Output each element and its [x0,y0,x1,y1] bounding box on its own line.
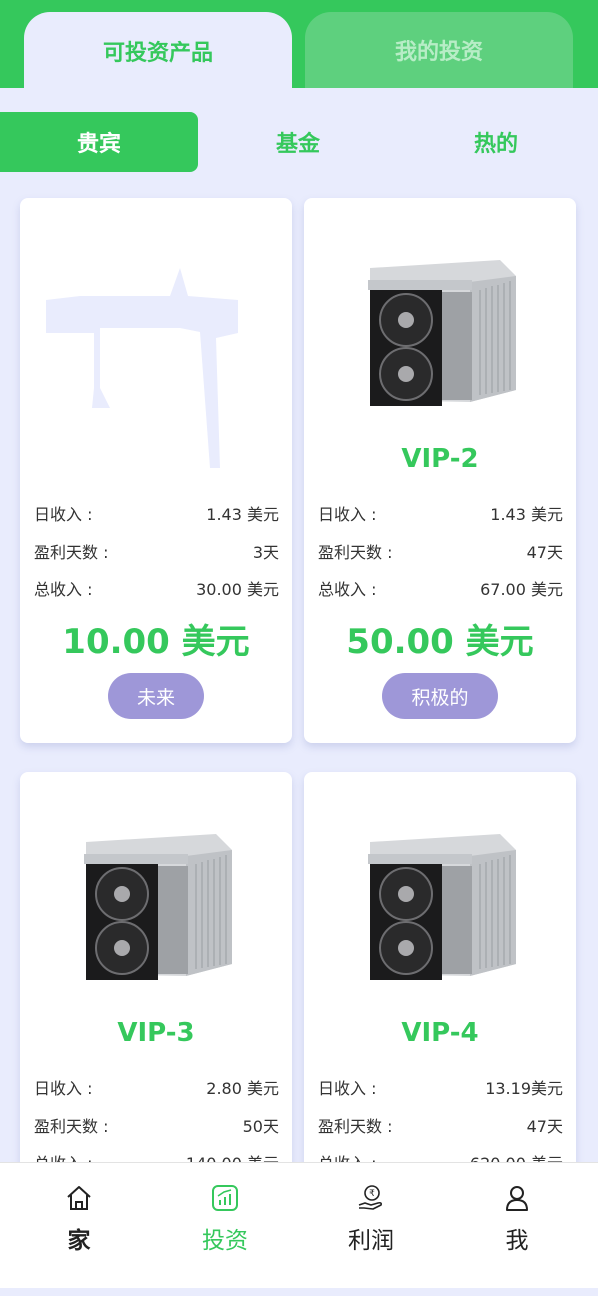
nav-invest[interactable]: 投资 [175,1183,275,1255]
category-vip[interactable]: 贵宾 [0,112,198,172]
svg-text:₹: ₹ [369,1189,375,1199]
category-fund[interactable]: 基金 [198,112,398,172]
product-image-placeholder [20,228,292,478]
total-income-value: 30.00 美元 [196,580,279,599]
status-button-active[interactable]: 积极的 [382,673,498,719]
daily-income-row: 日收入 : 2.80 美元 [34,1075,279,1099]
profit-days-label: 盈利天数 : [34,543,109,562]
daily-income-row: 日收入 : 1.43 美元 [318,501,563,525]
nav-home[interactable]: 家 [29,1183,129,1255]
product-name: VIP-2 [401,444,479,474]
daily-income-label: 日收入 : [34,505,93,524]
product-name: VIP-3 [117,1018,195,1048]
daily-income-label: 日收入 : [318,1079,377,1098]
nav-me-label: 我 [505,1228,529,1254]
product-name: VIP-4 [401,1018,479,1048]
profit-days-row: 盈利天数 : 50天 [34,1113,279,1137]
investment-chart-icon [212,1185,238,1211]
profit-days-label: 盈利天数 : [34,1117,109,1136]
profit-days-value: 3天 [252,543,279,562]
daily-income-row: 日收入 : 1.43 美元 [34,501,279,525]
profit-days-value: 47天 [526,543,563,562]
profit-days-label: 盈利天数 : [318,543,393,562]
profit-days-label: 盈利天数 : [318,1117,393,1136]
user-icon [506,1186,528,1211]
daily-income-value: 1.43 美元 [490,505,563,524]
profit-days-value: 47天 [526,1117,563,1136]
profit-hand-icon: ₹ [358,1185,382,1210]
tab-my-investments[interactable]: 我的投资 [305,12,573,88]
product-card[interactable]: VIP-3 日收入 : 2.80 美元 盈利天数 : 50天 总收入 : 140… [20,772,292,1192]
daily-income-label: 日收入 : [318,505,377,524]
total-income-value: 67.00 美元 [480,580,563,599]
mining-machine-image [304,228,576,428]
total-income-row: 总收入 : 30.00 美元 [34,576,279,600]
mining-machine-image [20,802,292,1002]
total-income-label: 总收入 : [34,580,93,599]
daily-income-value: 1.43 美元 [206,505,279,524]
product-price: 50.00 美元 [346,622,534,662]
nav-profit[interactable]: ₹ 利润 [321,1183,421,1255]
product-card[interactable]: 日收入 : 1.43 美元 盈利天数 : 3天 总收入 : 30.00 美元 1… [20,198,292,743]
daily-income-value: 2.80 美元 [206,1079,279,1098]
product-card[interactable]: VIP-4 日收入 : 13.19美元 盈利天数 : 47天 总收入 : 620… [304,772,576,1192]
nav-profit-label: 利润 [348,1228,394,1254]
total-income-row: 总收入 : 67.00 美元 [318,576,563,600]
product-card[interactable]: VIP-2 日收入 : 1.43 美元 盈利天数 : 47天 总收入 : 67.… [304,198,576,743]
nav-invest-label: 投资 [202,1228,248,1254]
category-hot[interactable]: 热的 [398,112,594,172]
nav-home-label: 家 [67,1228,91,1254]
nav-me[interactable]: 我 [467,1183,567,1255]
tab-investable-products[interactable]: 可投资产品 [24,12,292,90]
daily-income-row: 日收入 : 13.19美元 [318,1075,563,1099]
profit-days-row: 盈利天数 : 47天 [318,539,563,563]
profit-days-value: 50天 [242,1117,279,1136]
profit-days-row: 盈利天数 : 47天 [318,1113,563,1137]
daily-income-value: 13.19美元 [485,1079,563,1098]
profit-days-row: 盈利天数 : 3天 [34,539,279,563]
home-icon [67,1186,91,1210]
product-price: 10.00 美元 [62,622,250,662]
mining-machine-image [304,802,576,1002]
total-income-label: 总收入 : [318,580,377,599]
bottom-nav: 家 投资 ₹ 利润 我 [0,1162,598,1288]
status-button-future[interactable]: 未来 [108,673,204,719]
daily-income-label: 日收入 : [34,1079,93,1098]
